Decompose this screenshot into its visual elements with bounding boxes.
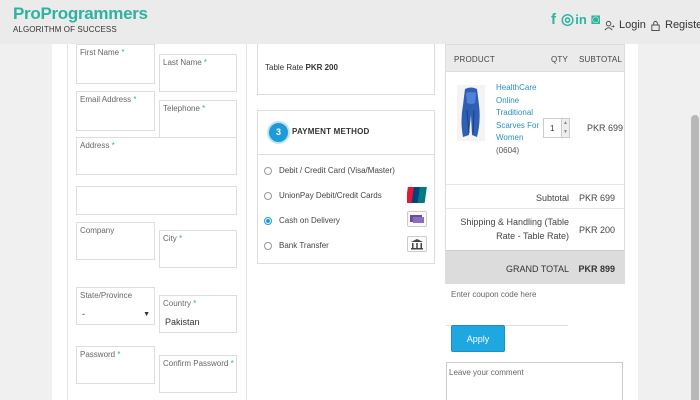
shipping-method-label: Table Rate	[265, 63, 304, 72]
shipping-label-line-1: Shipping & Handling (Table	[460, 217, 569, 227]
email-field[interactable]: Email Address *	[76, 91, 155, 131]
shipping-row: Shipping & Handling (Table Rate - Table …	[446, 208, 624, 250]
country-select[interactable]: Country * Pakistan	[159, 295, 237, 333]
payment-option-label: Bank Transfer	[279, 241, 329, 250]
payment-method-panel: 3 PAYMENT METHOD Debit / Credit Card (Vi…	[257, 110, 435, 264]
social-links: f ◎ in ◙	[548, 12, 601, 28]
telephone-label: Telephone	[163, 104, 200, 113]
coupon-input[interactable]: Enter coupon code here	[446, 286, 568, 326]
radio-button[interactable]	[264, 166, 272, 175]
payment-option-unionpay[interactable]: UnionPay Debit/Credit Cards	[264, 191, 382, 200]
payment-option-cod[interactable]: Cash on Delivery	[264, 216, 340, 225]
chevron-down-icon[interactable]: ▼	[562, 128, 569, 137]
city-label: City	[163, 234, 177, 243]
product-name-line: Traditional	[496, 108, 534, 117]
grand-total-row: GRAND TOTAL PKR 899	[446, 250, 624, 284]
payment-method-header: 3 PAYMENT METHOD	[258, 111, 434, 155]
product-column-header: PRODUCT	[454, 55, 495, 64]
shipping-method-price: PKR 200	[305, 63, 338, 72]
first-name-label: First Name	[80, 48, 120, 57]
shipping-label-line-2: Rate - Table Rate)	[496, 231, 569, 241]
login-label: Login	[619, 19, 646, 31]
city-field[interactable]: City *	[159, 230, 237, 268]
instagram-icon[interactable]: ◎	[561, 12, 574, 28]
country-label: Country	[163, 299, 192, 308]
chevron-up-icon[interactable]: ▲	[562, 119, 569, 128]
payment-option-card[interactable]: Debit / Credit Card (Visa/Master)	[264, 166, 395, 175]
subtotal-value: PKR 699	[578, 193, 615, 203]
register-label: Register	[665, 19, 700, 31]
product-name-link[interactable]: HealthCare Online Traditional Scarves Fo…	[496, 82, 544, 157]
product-name-line: Scarves For	[496, 120, 540, 130]
last-name-label: Last Name	[163, 58, 202, 67]
email-label: Email Address	[80, 95, 132, 104]
subtotal-label: Subtotal	[535, 193, 569, 203]
country-value: Pakistan	[165, 317, 200, 327]
payment-option-label: UnionPay Debit/Credit Cards	[279, 191, 382, 200]
radio-button[interactable]	[264, 191, 272, 200]
subtotal-row: Subtotal PKR 699	[446, 184, 624, 208]
summary-header: PRODUCT QTY SUBTOTAL	[446, 45, 624, 72]
state-label: State/Province	[80, 291, 133, 300]
scrollbar-thumb[interactable]	[691, 115, 699, 400]
password-label: Password	[80, 350, 116, 359]
payment-option-label: Cash on Delivery	[279, 216, 340, 225]
confirm-password-label: Confirm Password	[163, 359, 229, 368]
payment-option-bank[interactable]: Bank Transfer	[264, 241, 329, 250]
facebook-icon[interactable]: f	[548, 12, 559, 28]
shipping-value: PKR 200	[578, 225, 615, 235]
order-summary: PRODUCT QTY SUBTOTAL HealthCare Online T…	[445, 44, 625, 284]
company-label: Company	[80, 226, 115, 235]
product-subtotal: PKR 699	[587, 123, 624, 133]
address-line-2-field[interactable]	[76, 186, 237, 215]
product-name-line: Online	[496, 95, 520, 105]
apply-coupon-button[interactable]: Apply	[451, 325, 505, 352]
last-name-field[interactable]: Last Name *	[159, 54, 237, 92]
brand-logo[interactable]: ProProgrammers ALGORITHM OF SUCCESS	[13, 4, 148, 34]
quantity-stepper[interactable]: 1 ▲ ▼	[543, 118, 570, 138]
product-name-line: Women	[496, 133, 524, 142]
address-field[interactable]: Address *	[76, 137, 237, 175]
product-name-line: HealthCare	[496, 83, 537, 92]
telephone-field[interactable]: Telephone *	[159, 100, 237, 138]
bank-icon	[407, 236, 427, 252]
chevron-down-icon: ▼	[143, 311, 150, 318]
login-link[interactable]: Login	[604, 19, 646, 31]
password-field[interactable]: Password *	[76, 346, 155, 384]
grand-total-label: GRAND TOTAL	[505, 264, 569, 274]
brand-tagline: ALGORITHM OF SUCCESS	[13, 25, 117, 34]
stepper-arrows[interactable]: ▲ ▼	[561, 119, 569, 137]
comment-placeholder: Leave your comment	[449, 368, 524, 377]
coupon-placeholder: Enter coupon code here	[451, 290, 537, 299]
comment-textarea[interactable]: Leave your comment	[446, 362, 623, 400]
page-scrollbar[interactable]	[689, 44, 700, 400]
state-select[interactable]: State/Province - ▼	[76, 287, 155, 325]
register-link[interactable]: Register	[650, 19, 700, 31]
grand-total-value: PKR 899	[578, 264, 615, 274]
radio-button-selected[interactable]	[264, 216, 272, 225]
qty-column-header: QTY	[551, 55, 569, 64]
product-image[interactable]	[457, 85, 485, 141]
company-field[interactable]: Company	[76, 222, 155, 260]
header-bar: ProProgrammers ALGORITHM OF SUCCESS f ◎ …	[0, 0, 700, 44]
product-code: (0604)	[496, 145, 520, 155]
linkedin-icon[interactable]: in	[574, 12, 588, 28]
cash-icon	[407, 211, 427, 227]
payment-method-title: PAYMENT METHOD	[292, 127, 370, 136]
step-number-badge: 3	[267, 121, 290, 144]
user-login-icon	[604, 20, 615, 30]
radio-button[interactable]	[264, 241, 272, 250]
unionpay-icon	[405, 186, 427, 203]
confirm-password-field[interactable]: Confirm Password *	[159, 355, 237, 393]
quantity-value: 1	[550, 124, 555, 133]
lock-icon	[651, 20, 660, 31]
subtotal-column-header: SUBTOTAL	[579, 55, 623, 64]
shipping-method-box: Table Rate PKR 200	[257, 44, 435, 95]
state-value: -	[82, 309, 85, 319]
brand-name: ProProgrammers	[13, 4, 148, 23]
payment-option-label: Debit / Credit Card (Visa/Master)	[279, 166, 395, 175]
first-name-field[interactable]: First Name *	[76, 44, 155, 84]
address-label: Address	[80, 141, 110, 150]
whatsapp-icon[interactable]: ◙	[590, 12, 601, 28]
